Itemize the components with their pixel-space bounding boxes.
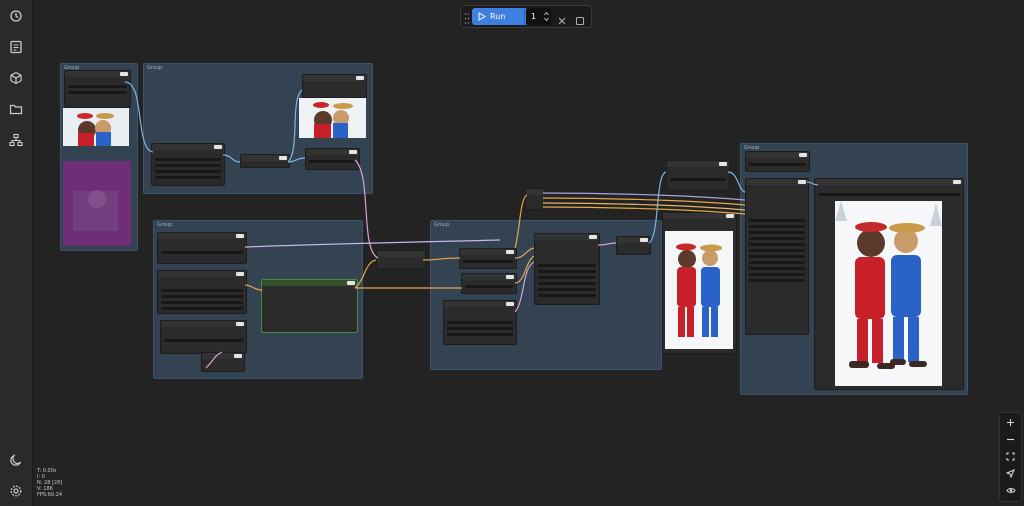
connection-wires (124, 81, 819, 369)
plus-icon[interactable] (1003, 415, 1018, 430)
close-icon[interactable] (557, 11, 567, 25)
stat-fps: FPS:60.24 (37, 492, 63, 498)
play-icon (478, 12, 486, 21)
render-stats: T: 0.00s I: 0 N: 28 [28] V: 186 FPS:60.2… (37, 468, 62, 498)
run-toolbar: Run 1 (460, 5, 592, 28)
eye-icon[interactable] (1003, 483, 1018, 498)
stop-icon[interactable] (575, 11, 585, 26)
run-label: Run (490, 12, 506, 21)
run-button[interactable]: Run (472, 8, 524, 25)
queue-count-input[interactable]: 1 (526, 8, 551, 25)
drag-handle-icon[interactable] (464, 10, 470, 24)
stepper-icon[interactable] (544, 11, 549, 22)
canvas-controls (999, 412, 1022, 502)
fit-view-icon[interactable] (1003, 449, 1018, 464)
cursor-icon[interactable] (1003, 466, 1018, 481)
queue-count-value: 1 (531, 12, 537, 21)
minus-icon[interactable] (1003, 432, 1018, 447)
